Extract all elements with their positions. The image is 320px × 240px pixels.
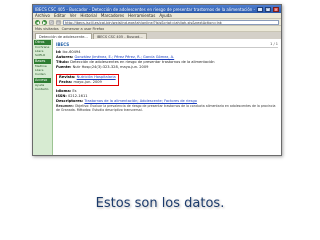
minimize-button[interactable]: _ — [257, 6, 263, 12]
field-label: Autores: — [56, 55, 74, 59]
window-title: IBECS CSC 405 - Buscador - Detección de … — [35, 6, 255, 12]
field-label: Título: — [56, 60, 70, 64]
keywords-links[interactable]: Trastornos de la alimentación; Adolescen… — [84, 99, 197, 103]
sidebar-link[interactable]: Contacto — [34, 87, 51, 91]
sidebar: Otros Cochrane Lilacs SciELO Bases Medli… — [33, 39, 53, 155]
record-header: IBECS 1 / 1 — [56, 41, 278, 48]
tab-strip: Detección de adolescente... IBECS CSC 40… — [33, 32, 281, 39]
journal-link[interactable]: Nutrición Hospitalaria — [77, 75, 116, 79]
field-label: Revista: — [59, 75, 76, 79]
address-bar[interactable]: http://ibecs.isciii.es/cgi-bin/wxislind.… — [63, 19, 279, 25]
reload-icon[interactable]: ↻ — [49, 19, 54, 25]
menu-item-editar[interactable]: Editar — [54, 13, 66, 18]
field-label: Fuente: — [56, 65, 72, 69]
field-label: Fecha: — [59, 80, 73, 84]
menu-item-archivo[interactable]: Archivo — [35, 13, 50, 18]
back-icon[interactable]: ◀ — [35, 19, 40, 25]
navigation-bar: ◀ ▶ ↻ ⌂ http://ibecs.isciii.es/cgi-bin/w… — [33, 19, 281, 26]
field-label: Descriptores: — [56, 99, 84, 103]
record-field-date: Fecha: mayo-jun. 2009 — [59, 80, 116, 85]
field-value: ibc-60494 — [62, 50, 81, 54]
highlighted-data-box: Revista: Nutrición Hospitalaria Fecha: m… — [56, 74, 119, 86]
menu-item-marcadores[interactable]: Marcadores — [101, 13, 124, 18]
field-label: Idioma: — [56, 89, 72, 93]
record-field-source: Fuente: Nutr Hosp;24(3):323-328, mayo-ju… — [56, 65, 278, 70]
record-abstract: Resumen: Objetivo: Evaluar la prevalenci… — [56, 104, 278, 112]
title-bar: IBECS CSC 405 - Buscador - Detección de … — [33, 5, 281, 13]
browser-window: IBECS CSC 405 - Buscador - Detección de … — [32, 4, 282, 156]
menu-item-ayuda[interactable]: Ayuda — [159, 13, 171, 18]
field-value: Es — [72, 89, 77, 93]
field-value: mayo-jun. 2009 — [73, 80, 102, 84]
result-pager: 1 / 1 — [270, 42, 278, 46]
sidebar-block: Otros Cochrane Lilacs SciELO — [34, 40, 51, 57]
bookmark-getting-started[interactable]: Comenzar a usar Firefox — [62, 27, 104, 31]
record-panel: IBECS 1 / 1 Id: ibc-60494 Autores: Gonzá… — [53, 39, 281, 155]
sidebar-block: Bases Medline Lilacs Cuiden — [34, 59, 51, 76]
home-icon[interactable]: ⌂ — [56, 19, 61, 25]
sidebar-link[interactable]: SciELO — [34, 53, 51, 57]
sidebar-link[interactable]: Cuiden — [34, 72, 51, 76]
abstract-text: Objetivo: Evaluar la prevalencia de ries… — [56, 104, 276, 112]
menu-item-herramientas[interactable]: Herramientas — [128, 13, 155, 18]
field-value: 0212-1611 — [67, 94, 88, 98]
field-value: Detección de adolescentes en riesgo de p… — [70, 60, 215, 64]
close-button[interactable]: × — [273, 6, 279, 12]
bookmark-most-visited[interactable]: Más visitados — [35, 27, 59, 31]
sidebar-block: Acceso Ayuda Contacto — [34, 78, 51, 91]
field-label: Id: — [56, 50, 62, 54]
forward-icon[interactable]: ▶ — [42, 19, 47, 25]
menu-item-historial[interactable]: Historial — [80, 13, 97, 18]
field-label: ISSN: — [56, 94, 67, 98]
maximize-button[interactable]: □ — [265, 6, 271, 12]
page-content: Otros Cochrane Lilacs SciELO Bases Medli… — [33, 39, 281, 155]
field-value: Nutr Hosp;24(3):323-328, mayo-jun. 2009 — [72, 65, 149, 69]
authors-link[interactable]: González Jiménez, E.; Pérez Pérez, R.; G… — [74, 55, 174, 59]
slide-caption: Estos son los datos. — [95, 196, 225, 211]
menu-item-ver[interactable]: Ver — [70, 13, 77, 18]
site-logo: IBECS — [56, 41, 70, 47]
